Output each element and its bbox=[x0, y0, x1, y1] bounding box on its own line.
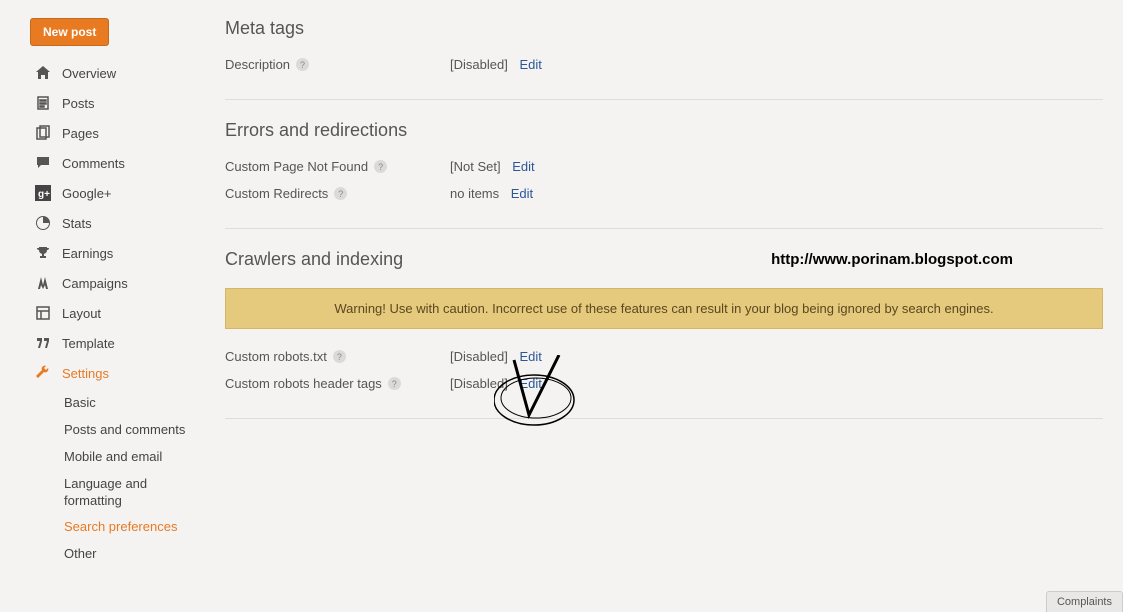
url-annotation: http://www.porinam.blogspot.com bbox=[771, 251, 1013, 268]
header-tags-label: Custom robots header tags bbox=[225, 376, 382, 391]
warning-box: Warning! Use with caution. Incorrect use… bbox=[225, 288, 1103, 329]
edit-description-link[interactable]: Edit bbox=[519, 57, 541, 72]
complaints-tab[interactable]: Complaints bbox=[1046, 591, 1123, 612]
sub-item-language[interactable]: Language and formatting bbox=[60, 471, 205, 515]
help-icon[interactable]: ? bbox=[334, 187, 347, 200]
main-content: Meta tags Description ? [Disabled] Edit … bbox=[205, 18, 1123, 568]
sidebar-item-campaigns[interactable]: Campaigns bbox=[30, 268, 205, 298]
meta-tags-section: Meta tags Description ? [Disabled] Edit bbox=[225, 18, 1103, 100]
sub-item-search-prefs[interactable]: Search preferences bbox=[60, 514, 205, 541]
svg-text:g+: g+ bbox=[38, 189, 50, 200]
errors-section: Errors and redirections Custom Page Not … bbox=[225, 120, 1103, 229]
sidebar-item-googleplus[interactable]: g+ Google+ bbox=[30, 178, 205, 208]
sidebar-item-pages[interactable]: Pages bbox=[30, 118, 205, 148]
edit-robots-txt-link[interactable]: Edit bbox=[519, 349, 541, 364]
new-post-button[interactable]: New post bbox=[30, 18, 109, 46]
template-icon bbox=[34, 334, 52, 352]
sidebar-item-settings[interactable]: Settings bbox=[30, 358, 205, 388]
comments-icon bbox=[34, 154, 52, 172]
layout-icon bbox=[34, 304, 52, 322]
not-found-label: Custom Page Not Found bbox=[225, 159, 368, 174]
sidebar-item-overview[interactable]: Overview bbox=[30, 58, 205, 88]
crawlers-title: Crawlers and indexing bbox=[225, 249, 403, 270]
nav-label: Posts bbox=[62, 96, 95, 111]
robots-txt-label: Custom robots.txt bbox=[225, 349, 327, 364]
sub-item-mobile-email[interactable]: Mobile and email bbox=[60, 444, 205, 471]
sidebar-item-template[interactable]: Template bbox=[30, 328, 205, 358]
nav-label: Template bbox=[62, 336, 115, 351]
nav-label: Earnings bbox=[62, 246, 113, 261]
nav-label: Overview bbox=[62, 66, 116, 81]
redirects-label: Custom Redirects bbox=[225, 186, 328, 201]
nav-label: Stats bbox=[62, 216, 92, 231]
trophy-icon bbox=[34, 244, 52, 262]
nav-label: Settings bbox=[62, 366, 109, 381]
sidebar-item-earnings[interactable]: Earnings bbox=[30, 238, 205, 268]
googleplus-icon: g+ bbox=[34, 184, 52, 202]
nav-label: Campaigns bbox=[62, 276, 128, 291]
meta-tags-title: Meta tags bbox=[225, 18, 1103, 39]
description-label: Description bbox=[225, 57, 290, 72]
sidebar-item-layout[interactable]: Layout bbox=[30, 298, 205, 328]
sidebar-item-posts[interactable]: Posts bbox=[30, 88, 205, 118]
sidebar: New post Overview Posts Pages Comments g… bbox=[30, 18, 205, 568]
home-icon bbox=[34, 64, 52, 82]
errors-title: Errors and redirections bbox=[225, 120, 1103, 141]
edit-redirects-link[interactable]: Edit bbox=[511, 186, 533, 201]
robots-txt-value: [Disabled] bbox=[450, 349, 508, 364]
sidebar-item-comments[interactable]: Comments bbox=[30, 148, 205, 178]
help-icon[interactable]: ? bbox=[374, 160, 387, 173]
not-found-value: [Not Set] bbox=[450, 159, 501, 174]
header-tags-value: [Disabled] bbox=[450, 376, 508, 391]
campaigns-icon bbox=[34, 274, 52, 292]
redirects-value: no items bbox=[450, 186, 499, 201]
edit-not-found-link[interactable]: Edit bbox=[512, 159, 534, 174]
description-value: [Disabled] bbox=[450, 57, 508, 72]
nav-label: Comments bbox=[62, 156, 125, 171]
help-icon[interactable]: ? bbox=[296, 58, 309, 71]
pages-icon bbox=[34, 124, 52, 142]
posts-icon bbox=[34, 94, 52, 112]
help-icon[interactable]: ? bbox=[388, 377, 401, 390]
stats-icon bbox=[34, 214, 52, 232]
crawlers-section: Crawlers and indexing http://www.porinam… bbox=[225, 249, 1103, 419]
sub-item-basic[interactable]: Basic bbox=[60, 390, 205, 417]
nav-label: Google+ bbox=[62, 186, 112, 201]
help-icon[interactable]: ? bbox=[333, 350, 346, 363]
sidebar-item-stats[interactable]: Stats bbox=[30, 208, 205, 238]
nav-label: Layout bbox=[62, 306, 101, 321]
sub-item-posts-comments[interactable]: Posts and comments bbox=[60, 417, 205, 444]
nav-label: Pages bbox=[62, 126, 99, 141]
edit-header-tags-link[interactable]: Edit bbox=[519, 376, 541, 391]
sub-item-other[interactable]: Other bbox=[60, 541, 205, 568]
wrench-icon bbox=[34, 364, 52, 382]
